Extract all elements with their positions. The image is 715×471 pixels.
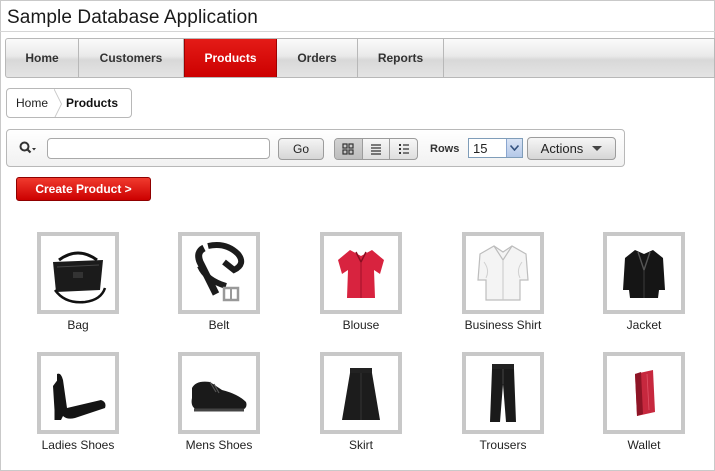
tab-bar-filler [444, 39, 714, 77]
breadcrumb-home[interactable]: Home [7, 89, 63, 117]
search-input[interactable] [47, 138, 270, 159]
tab-reports[interactable]: Reports [358, 39, 444, 77]
actions-label: Actions [540, 141, 584, 156]
search-icon[interactable] [19, 141, 37, 155]
rows-select[interactable]: 15 [468, 138, 523, 158]
view-toggle-group [334, 138, 418, 160]
product-thumbnail[interactable] [462, 352, 544, 434]
product-thumbnail[interactable] [603, 352, 685, 434]
create-product-button[interactable]: Create Product > [16, 177, 151, 201]
tab-bar: Home Customers Products Orders Reports [5, 38, 715, 78]
product-name[interactable]: Skirt [311, 438, 411, 452]
product-name[interactable]: Ladies Shoes [28, 438, 128, 452]
skirt-icon [342, 368, 380, 420]
product-item[interactable]: Skirt [311, 352, 411, 452]
jacket-icon [623, 250, 665, 298]
report-view-button[interactable] [363, 139, 391, 159]
caret-down-icon [592, 146, 603, 151]
wallet-icon [635, 370, 655, 416]
rows-label: Rows [430, 143, 460, 155]
list-view-icon [371, 144, 381, 155]
product-item[interactable]: Blouse [311, 232, 411, 332]
product-thumbnail[interactable] [320, 232, 402, 314]
product-item[interactable]: Ladies Shoes [28, 352, 128, 452]
product-item[interactable]: Jacket [594, 232, 694, 332]
product-thumbnail[interactable] [37, 232, 119, 314]
product-thumbnail[interactable] [37, 352, 119, 434]
product-name[interactable]: Blouse [311, 318, 411, 332]
product-item[interactable]: Bag [28, 232, 128, 332]
breadcrumb-current: Products [66, 96, 119, 110]
detail-view-button[interactable] [390, 139, 417, 159]
actions-menu-button[interactable]: Actions [527, 137, 616, 160]
product-name[interactable]: Mens Shoes [169, 438, 269, 452]
title-divider [0, 31, 715, 32]
ladies-shoes-icon [53, 373, 106, 420]
icon-view-button[interactable] [335, 139, 363, 159]
product-thumbnail[interactable] [178, 232, 260, 314]
product-item[interactable]: Mens Shoes [169, 352, 269, 452]
product-name[interactable]: Trousers [453, 438, 553, 452]
product-name[interactable]: Belt [169, 318, 269, 332]
tab-orders[interactable]: Orders [277, 39, 358, 77]
product-name[interactable]: Bag [28, 318, 128, 332]
rows-select-value: 15 [473, 140, 488, 156]
go-button[interactable]: Go [278, 138, 324, 160]
shirt-icon [477, 245, 529, 301]
search-bar: Go Rows 15 Actions [6, 129, 625, 167]
bag-icon [53, 251, 107, 304]
chevron-down-icon[interactable] [506, 139, 522, 157]
tab-products[interactable]: Products [184, 39, 277, 77]
product-thumbnail[interactable] [462, 232, 544, 314]
product-thumbnail[interactable] [178, 352, 260, 434]
product-thumbnail[interactable] [320, 352, 402, 434]
app-title: Sample Database Application [7, 7, 258, 28]
mens-shoes-icon [191, 381, 247, 412]
product-thumbnail[interactable] [603, 232, 685, 314]
product-item[interactable]: Business Shirt [453, 232, 553, 332]
product-item[interactable]: Trousers [453, 352, 553, 452]
breadcrumb: Home Products [6, 88, 132, 118]
trousers-icon [490, 364, 516, 422]
grid-view-icon [342, 143, 354, 155]
blouse-icon [338, 250, 384, 298]
product-name[interactable]: Wallet [594, 438, 694, 452]
belt-icon [195, 242, 245, 302]
detail-view-icon [398, 144, 409, 154]
product-item[interactable]: Belt [169, 232, 269, 332]
product-item[interactable]: Wallet [594, 352, 694, 452]
product-name[interactable]: Business Shirt [453, 318, 553, 332]
tab-home[interactable]: Home [6, 39, 79, 77]
tab-customers[interactable]: Customers [79, 39, 184, 77]
product-name[interactable]: Jacket [594, 318, 694, 332]
